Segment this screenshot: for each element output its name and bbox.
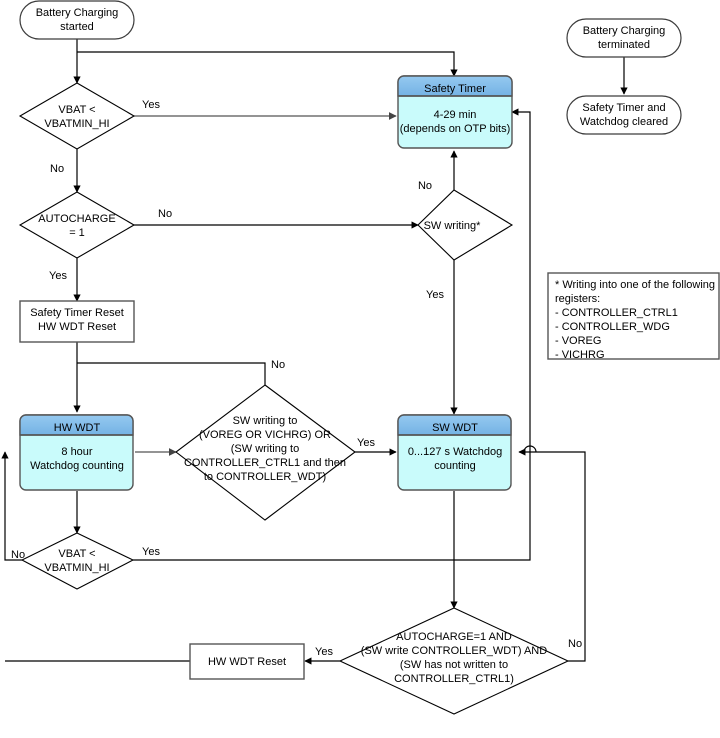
safety-timer-header-label: Safety Timer [424, 83, 486, 95]
safety-timer-label-line1: 4-29 min [434, 109, 477, 121]
node-safety-timer-and-watchdog-cleared[interactable]: Safety Timer and Watchdog cleared [566, 95, 682, 135]
flowchart-canvas: Battery Charging started Battery Chargin… [1, 0, 720, 715]
sw-wdt-header-label: SW WDT [432, 422, 478, 434]
terminated-label-line1: Battery Charging [583, 25, 666, 37]
label-vbat-bottom-no: No [11, 549, 25, 561]
node-sw-wdt-state[interactable]: SW WDT 0...127 s Watchdog counting [397, 414, 512, 491]
note-line4: - CONTROLLER_WDG [555, 321, 670, 333]
autocharge-label-line2: = 1 [69, 227, 85, 239]
node-hw-wdt-reset[interactable]: HW WDT Reset [189, 643, 305, 680]
node-vbat-bottom-decision[interactable]: VBAT < VBATMIN_HI [20, 532, 135, 590]
hw-wdt-label-line2: Watchdog counting [30, 460, 124, 472]
edge-sw-writing-to-no [77, 362, 266, 413]
autocharge-and-label-line2: (SW write CONTROLLER_WDT) AND [361, 645, 547, 657]
node-safety-timer-state[interactable]: Safety Timer 4-29 min (depends on OTP bi… [397, 75, 513, 149]
reset-box-label-line2: HW WDT Reset [38, 321, 116, 333]
label-sw-writing-no: No [418, 180, 432, 192]
hw-wdt-header-label: HW WDT [54, 422, 101, 434]
autocharge-and-label-line4: CONTROLLER_CTRL1) [394, 673, 514, 685]
node-autocharge-and-decision[interactable]: AUTOCHARGE=1 AND (SW write CONTROLLER_WD… [338, 607, 570, 715]
vbat-bottom-label-line1: VBAT < [58, 548, 95, 560]
sw-wdt-label-line2: counting [434, 460, 476, 472]
note-line3: - CONTROLLER_CTRL1 [555, 307, 678, 319]
node-autocharge-decision[interactable]: AUTOCHARGE = 1 [18, 191, 136, 259]
note-line6: - VICHRG [555, 349, 605, 361]
safety-timer-label-line2: (depends on OTP bits) [400, 123, 510, 135]
hw-wdt-reset-label: HW WDT Reset [208, 656, 286, 668]
sw-writing-to-label-line3: (SW writing to [231, 443, 299, 455]
node-sw-writing-to-decision[interactable]: SW writing to (VOREG OR VICHRG) OR (SW w… [175, 384, 356, 521]
node-hw-wdt-state[interactable]: HW WDT 8 hour Watchdog counting [19, 414, 134, 491]
node-vbat-top-decision[interactable]: VBAT < VBATMIN_HI [18, 82, 136, 150]
autocharge-shape [18, 191, 136, 259]
sw-writing-to-label-line2: (VOREG OR VICHRG) OR [199, 429, 331, 441]
start-label-line1: Battery Charging [36, 7, 119, 19]
reset-box-label-line1: Safety Timer Reset [30, 307, 124, 319]
label-autocharge-and-no: No [568, 638, 582, 650]
sw-writing-to-label-line4: CONTROLLER_CTRL1 and then [184, 457, 346, 469]
node-battery-charging-terminated[interactable]: Battery Charging terminated [566, 18, 682, 58]
node-sw-writing-decision[interactable]: SW writing* [417, 189, 514, 261]
label-autocharge-yes: Yes [49, 270, 67, 282]
label-sw-writing-to-no: No [271, 359, 285, 371]
note-line5: - VOREG [555, 335, 601, 347]
sw-writing-to-label-line1: SW writing to [233, 415, 298, 427]
autocharge-and-label-line3: (SW has not written to [400, 659, 508, 671]
vbat-bottom-label-line2: VBATMIN_HI [44, 562, 109, 574]
sw-wdt-label-line1: 0...127 s Watchdog [408, 446, 502, 458]
label-vbat-top-no: No [50, 163, 64, 175]
note-line2: registers: [555, 293, 600, 305]
edge-start-to-safety-timer [77, 51, 458, 77]
note-line1: * Writing into one of the following [555, 279, 715, 291]
start-label-line2: started [60, 21, 94, 33]
vbat-top-shape [18, 82, 136, 150]
vbat-bottom-shape [20, 532, 135, 590]
autocharge-label-line1: AUTOCHARGE [38, 213, 115, 225]
label-autocharge-and-yes: Yes [315, 646, 333, 658]
note-box: * Writing into one of the following regi… [547, 272, 720, 361]
hw-wdt-label-line1: 8 hour [61, 446, 93, 458]
label-vbat-bottom-yes: Yes [142, 546, 160, 558]
label-sw-writing-yes: Yes [426, 289, 444, 301]
vbat-top-label-line1: VBAT < [58, 104, 95, 116]
node-safety-timer-reset[interactable]: Safety Timer Reset HW WDT Reset [19, 300, 135, 343]
autocharge-and-label-line1: AUTOCHARGE=1 AND [396, 631, 512, 643]
vbat-top-label-line2: VBATMIN_HI [44, 118, 109, 130]
edge-autocharge-and-no [541, 451, 586, 662]
cleared-label-line2: Watchdog cleared [580, 116, 668, 128]
label-vbat-top-yes: Yes [142, 99, 160, 111]
sw-writing-to-label-line5: to CONTROLLER_WDT) [204, 471, 326, 483]
cleared-label-line1: Safety Timer and [582, 102, 665, 114]
node-start[interactable]: Battery Charging started [19, 0, 135, 40]
label-autocharge-no: No [158, 208, 172, 220]
terminated-label-line2: terminated [598, 39, 650, 51]
sw-writing-label: SW writing* [424, 220, 482, 232]
edge-vbat-bottom-yes [133, 108, 531, 561]
label-sw-writing-to-yes: Yes [357, 437, 375, 449]
